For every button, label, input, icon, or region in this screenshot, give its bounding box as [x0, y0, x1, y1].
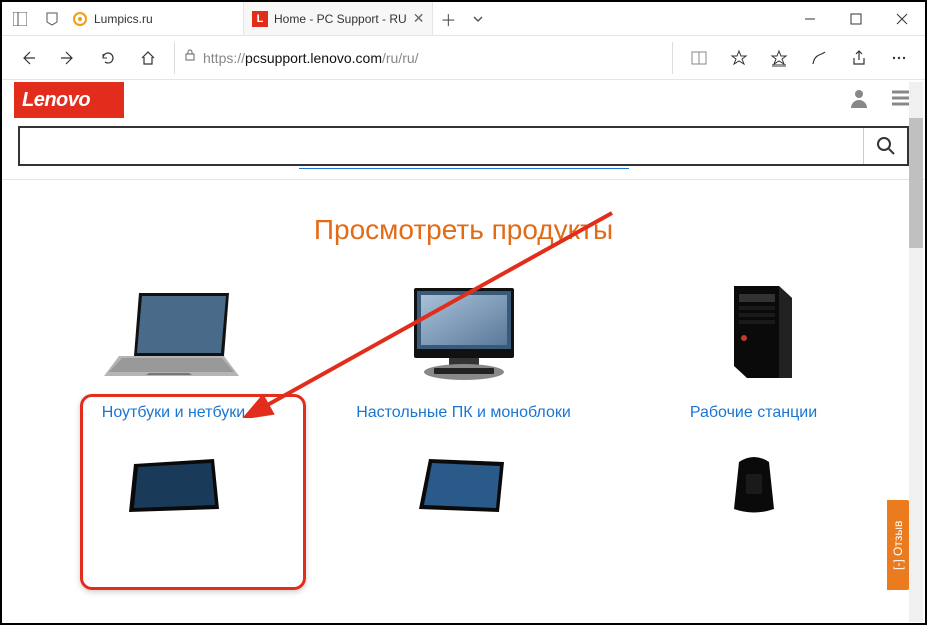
- refresh-button[interactable]: [90, 40, 126, 76]
- product-label: Настольные ПК и моноблоки: [334, 402, 594, 424]
- scrollbar[interactable]: [909, 82, 923, 622]
- url-text: https://pcsupport.lenovo.com/ru/ru/: [203, 50, 419, 66]
- user-icon[interactable]: [847, 86, 871, 115]
- site-header: Lenovo: [2, 80, 925, 120]
- maximize-button[interactable]: [833, 2, 879, 36]
- notes-button[interactable]: [801, 40, 837, 76]
- close-window-button[interactable]: [879, 2, 925, 36]
- product-label: Ноутбуки и нетбуки: [44, 402, 304, 424]
- forward-button[interactable]: [50, 40, 86, 76]
- share-button[interactable]: [841, 40, 877, 76]
- url-input[interactable]: https://pcsupport.lenovo.com/ru/ru/: [174, 42, 673, 74]
- partial-element: [299, 168, 629, 169]
- divider: [2, 179, 925, 180]
- site-search: [18, 126, 909, 166]
- lock-icon: [183, 48, 197, 67]
- browser-tab-active[interactable]: L Home - PC Support - RU ✕: [244, 2, 433, 35]
- lenovo-logo[interactable]: Lenovo: [14, 82, 124, 118]
- workstation-image: [674, 278, 834, 388]
- products-grid: Ноутбуки и нетбуки Настольные ПК и моноб…: [2, 278, 925, 424]
- favorite-button[interactable]: [721, 40, 757, 76]
- reading-view-button[interactable]: [681, 40, 717, 76]
- browser-tab[interactable]: Lumpics.ru: [64, 2, 244, 35]
- close-icon[interactable]: ✕: [413, 10, 425, 27]
- minimize-button[interactable]: [787, 2, 833, 36]
- tablet-image: [114, 454, 234, 514]
- laptop-image: [94, 278, 254, 388]
- product-partial-2[interactable]: [334, 454, 594, 514]
- new-tab-button[interactable]: ＋: [433, 2, 463, 35]
- search-input[interactable]: [20, 137, 863, 155]
- product-label: Рабочие станции: [624, 402, 884, 424]
- tab-title: Lumpics.ru: [94, 12, 235, 26]
- page-content: Lenovo Просмотреть продукты: [2, 80, 925, 625]
- section-title: Просмотреть продукты: [2, 214, 925, 246]
- home-button[interactable]: [130, 40, 166, 76]
- back-button[interactable]: [10, 40, 46, 76]
- sidebar-icon[interactable]: [8, 7, 32, 31]
- feedback-tab[interactable]: [-] Отзыв: [887, 500, 909, 590]
- chevron-down-icon[interactable]: [463, 2, 493, 35]
- tab-title: Home - PC Support - RU: [274, 12, 407, 26]
- product-laptops[interactable]: Ноутбуки и нетбуки: [44, 278, 304, 424]
- browser-titlebar: Lumpics.ru L Home - PC Support - RU ✕ ＋: [2, 2, 925, 36]
- product-partial-1[interactable]: [44, 454, 304, 514]
- favorites-list-button[interactable]: [761, 40, 797, 76]
- search-button[interactable]: [863, 128, 907, 164]
- browser-addressbar: https://pcsupport.lenovo.com/ru/ru/: [2, 36, 925, 80]
- product-desktops[interactable]: Настольные ПК и моноблоки: [334, 278, 594, 424]
- backpack-image: [694, 454, 814, 514]
- monitor-image: [404, 454, 524, 514]
- favicon-lenovo: L: [252, 11, 268, 27]
- products-grid-2: [2, 454, 925, 514]
- favicon-lumpics: [72, 11, 88, 27]
- desktop-image: [384, 278, 544, 388]
- product-workstations[interactable]: Рабочие станции: [624, 278, 884, 424]
- scroll-thumb[interactable]: [909, 118, 923, 248]
- recent-icon[interactable]: [40, 7, 64, 31]
- product-partial-3[interactable]: [624, 454, 884, 514]
- menu-button[interactable]: [881, 40, 917, 76]
